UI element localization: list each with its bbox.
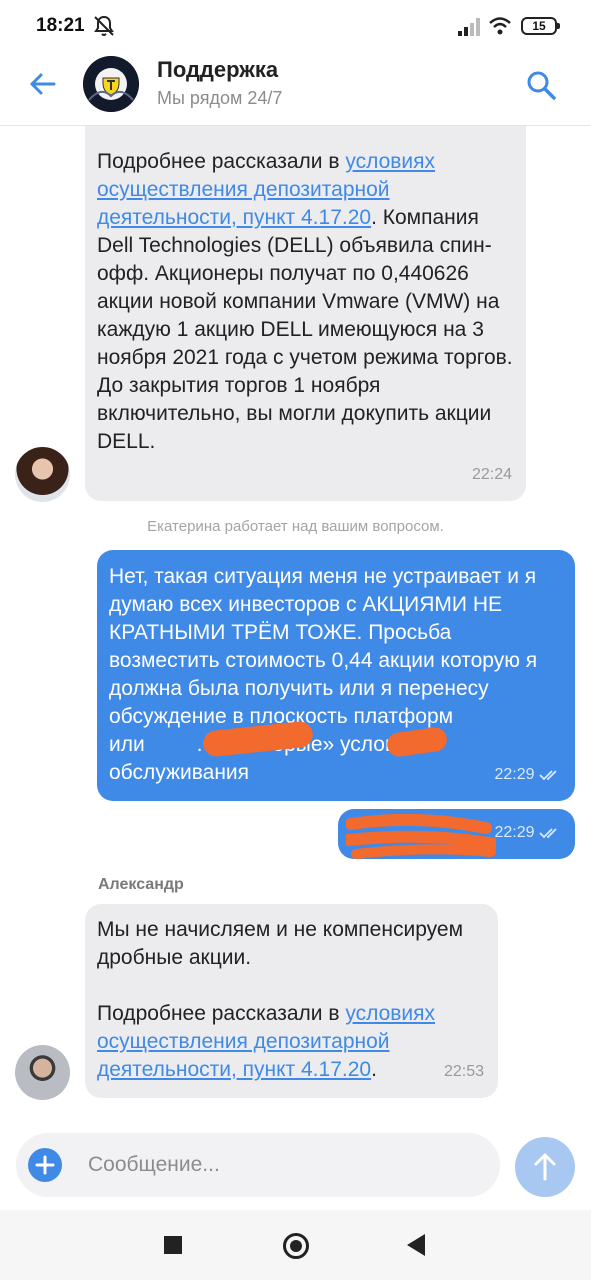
message-time: 22:24 bbox=[471, 466, 512, 483]
message-bubble: Мы не начисляем и не компенсируем дробны… bbox=[85, 904, 498, 1098]
search-icon[interactable] bbox=[524, 68, 558, 102]
chat-subtitle: Мы рядом 24/7 bbox=[157, 88, 283, 108]
back-triangle-icon[interactable] bbox=[407, 1234, 425, 1256]
chat-header: Поддержка Мы рядом 24/7 bbox=[0, 52, 591, 126]
message-time: 22:29 bbox=[495, 761, 562, 789]
message-input-bar: Сообщение... bbox=[16, 1133, 500, 1197]
double-check-icon bbox=[539, 828, 557, 839]
support-avatar[interactable] bbox=[83, 56, 139, 112]
system-nav-bar bbox=[0, 1210, 591, 1280]
message-text: Нет, такая ситуация меня не устраивает и… bbox=[109, 565, 538, 784]
operator-avatar[interactable] bbox=[15, 447, 70, 502]
double-check-icon bbox=[539, 770, 557, 781]
arrow-left-icon[interactable] bbox=[24, 66, 60, 102]
battery-level: 15 bbox=[532, 19, 546, 33]
attach-button[interactable] bbox=[28, 1148, 62, 1182]
message-bubble-outgoing: Нет, такая ситуация меня не устраивает и… bbox=[97, 550, 575, 801]
arrow-up-icon bbox=[534, 1153, 556, 1181]
mute-icon bbox=[94, 15, 114, 36]
typing-status: Екатерина работает над вашим вопросом. bbox=[147, 518, 444, 535]
home-icon[interactable] bbox=[283, 1233, 309, 1259]
bank-logo-icon bbox=[83, 56, 139, 112]
chat-title: Поддержка bbox=[157, 57, 279, 82]
signal-icon bbox=[458, 18, 480, 36]
message-text: Подробнее рассказали в условиях осуществ… bbox=[97, 150, 513, 453]
message-input[interactable]: Сообщение... bbox=[88, 1153, 220, 1177]
message-bubble-outgoing: 22:29 bbox=[338, 809, 575, 859]
plus-icon bbox=[35, 1155, 55, 1175]
message-body: Компания Dell Technologies (DELL) объяви… bbox=[97, 206, 513, 453]
message-bubble: Подробнее рассказали в условиях осуществ… bbox=[85, 126, 526, 501]
message-time: 22:53 bbox=[443, 1063, 484, 1080]
message-body: Мы не начисляем и не компенсируем дробны… bbox=[97, 918, 464, 969]
message-text: Подробнее рассказали в условиях осуществ… bbox=[97, 1002, 436, 1081]
wifi-icon bbox=[489, 17, 511, 35]
send-button[interactable] bbox=[515, 1137, 575, 1197]
sender-name: Александр bbox=[98, 876, 184, 893]
recents-icon[interactable] bbox=[164, 1236, 182, 1254]
message-time: 22:29 bbox=[495, 819, 562, 847]
operator-avatar[interactable] bbox=[15, 1045, 70, 1100]
status-bar: 18:21 15 bbox=[0, 0, 591, 52]
redaction-mark bbox=[346, 814, 496, 859]
status-time: 18:21 bbox=[36, 15, 85, 36]
battery-icon: 15 bbox=[521, 17, 560, 35]
